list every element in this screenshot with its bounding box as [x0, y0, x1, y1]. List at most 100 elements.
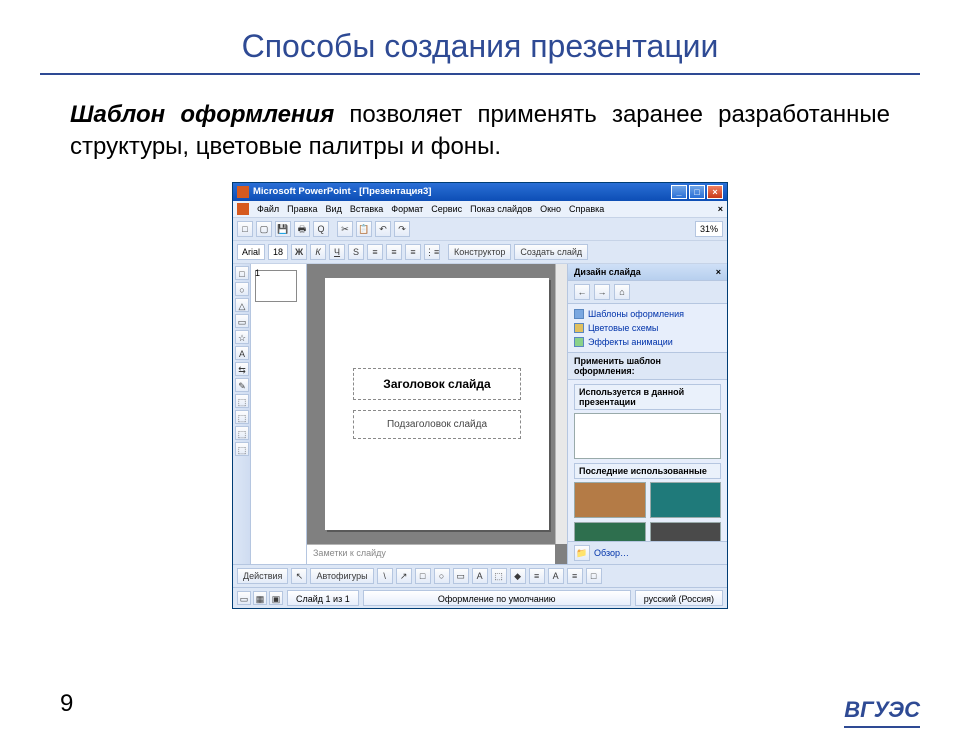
align-left-icon[interactable]: ≡	[367, 244, 383, 260]
rail-icon[interactable]: ⇆	[235, 362, 249, 376]
rail-icon[interactable]: ⬚	[235, 442, 249, 456]
browse-templates-link[interactable]: 📁 Обзор…	[568, 541, 727, 564]
spell-icon[interactable]: Q	[313, 221, 329, 237]
rail-icon[interactable]: ○	[235, 282, 249, 296]
rectangle-icon[interactable]: □	[415, 568, 431, 584]
shadow-button[interactable]: S	[348, 244, 364, 260]
rail-icon[interactable]: ☆	[235, 330, 249, 344]
window-titlebar[interactable]: Microsoft PowerPoint - [Презентация3] _ …	[233, 183, 727, 201]
menu-view[interactable]: Вид	[326, 204, 342, 214]
new-icon[interactable]: □	[237, 221, 253, 237]
task-pane-header[interactable]: Дизайн слайда ×	[568, 264, 727, 281]
clipart-icon[interactable]: ⬚	[491, 568, 507, 584]
body-emphasis: Шаблон оформления	[70, 101, 334, 128]
vertical-scrollbar[interactable]	[555, 264, 567, 544]
bold-button[interactable]: Ж	[291, 244, 307, 260]
design-constructor-button[interactable]: Конструктор	[448, 244, 511, 260]
formatting-toolbar: Arial 18 Ж К Ч S ≡ ≡ ≡ ⋮≡ Конструктор Со…	[233, 241, 727, 264]
rail-icon[interactable]: ▭	[235, 314, 249, 328]
menu-insert[interactable]: Вставка	[350, 204, 383, 214]
autoshapes-menu[interactable]: Автофигуры	[310, 568, 373, 584]
arrow-icon[interactable]: ↗	[396, 568, 412, 584]
normal-view-icon[interactable]: ▭	[237, 591, 251, 605]
font-color-icon[interactable]: A	[548, 568, 564, 584]
save-icon[interactable]: 💾	[275, 221, 291, 237]
rail-icon[interactable]: ✎	[235, 378, 249, 392]
template-thumb[interactable]	[574, 482, 646, 518]
menu-slideshow[interactable]: Показ слайдов	[470, 204, 532, 214]
university-logo: ВГУЭС	[844, 697, 920, 728]
align-right-icon[interactable]: ≡	[405, 244, 421, 260]
oval-icon[interactable]: ○	[434, 568, 450, 584]
title-placeholder[interactable]: Заголовок слайда	[353, 368, 521, 400]
used-in-presentation-label: Используется в данной презентации	[574, 384, 721, 410]
fill-color-icon[interactable]: ◆	[510, 568, 526, 584]
paste-icon[interactable]: 📋	[356, 221, 372, 237]
rail-icon[interactable]: □	[235, 266, 249, 280]
underline-button[interactable]: Ч	[329, 244, 345, 260]
template-thumb[interactable]	[650, 482, 722, 518]
menu-tools[interactable]: Сервис	[431, 204, 462, 214]
bullets-icon[interactable]: ⋮≡	[424, 244, 440, 260]
zoom-combo[interactable]: 31%	[695, 221, 723, 237]
textbox-icon[interactable]: ▭	[453, 568, 469, 584]
minimize-button[interactable]: _	[671, 185, 687, 199]
menu-edit[interactable]: Правка	[287, 204, 317, 214]
rail-icon[interactable]: A	[235, 346, 249, 360]
rail-icon[interactable]: ⬚	[235, 410, 249, 424]
align-center-icon[interactable]: ≡	[386, 244, 402, 260]
line-icon[interactable]: \	[377, 568, 393, 584]
slide-editor[interactable]: Заголовок слайда Подзаголовок слайда Зам…	[307, 264, 567, 564]
line-style-icon[interactable]: ≡	[567, 568, 583, 584]
slideshow-view-icon[interactable]: ▣	[269, 591, 283, 605]
rail-icon[interactable]: ⬚	[235, 426, 249, 440]
font-size-combo[interactable]: 18	[268, 244, 288, 260]
rail-icon[interactable]: ⬚	[235, 394, 249, 408]
link-color-schemes[interactable]: Цветовые схемы	[574, 321, 721, 335]
status-slide-count: Слайд 1 из 1	[287, 590, 359, 606]
slide-thumbnail[interactable]	[255, 270, 297, 302]
menu-format[interactable]: Формат	[391, 204, 423, 214]
select-icon[interactable]: ↖	[291, 568, 307, 584]
template-thumb-current[interactable]	[574, 413, 721, 459]
shadow-style-icon[interactable]: □	[586, 568, 602, 584]
open-icon[interactable]: ▢	[256, 221, 272, 237]
menu-window[interactable]: Окно	[540, 204, 561, 214]
maximize-button[interactable]: □	[689, 185, 705, 199]
tp-home-icon[interactable]: ⌂	[614, 284, 630, 300]
sorter-view-icon[interactable]: ▦	[253, 591, 267, 605]
menu-file[interactable]: Файл	[257, 204, 279, 214]
tp-fwd-icon[interactable]: →	[594, 284, 610, 300]
new-slide-button[interactable]: Создать слайд	[514, 244, 588, 260]
actions-menu[interactable]: Действия	[237, 568, 288, 584]
color-schemes-icon	[574, 323, 584, 333]
mdi-close-button[interactable]: ×	[718, 204, 723, 214]
separator	[332, 221, 334, 237]
link-label: Шаблоны оформления	[588, 309, 684, 319]
link-animation-effects[interactable]: Эффекты анимации	[574, 335, 721, 349]
line-color-icon[interactable]: ≡	[529, 568, 545, 584]
redo-icon[interactable]: ↷	[394, 221, 410, 237]
slide-canvas[interactable]: Заголовок слайда Подзаголовок слайда	[325, 278, 549, 530]
undo-icon[interactable]: ↶	[375, 221, 391, 237]
statusbar: ▭ ▦ ▣ Слайд 1 из 1 Оформление по умолчан…	[233, 587, 727, 608]
menu-help[interactable]: Справка	[569, 204, 604, 214]
template-thumb[interactable]	[650, 522, 722, 541]
link-design-templates[interactable]: Шаблоны оформления	[574, 307, 721, 321]
cut-icon[interactable]: ✂	[337, 221, 353, 237]
document-icon[interactable]	[237, 203, 249, 215]
notes-placeholder[interactable]: Заметки к слайду	[307, 544, 555, 564]
title-underline	[40, 73, 920, 75]
template-thumb[interactable]	[574, 522, 646, 541]
rail-icon[interactable]: △	[235, 298, 249, 312]
subtitle-placeholder[interactable]: Подзаголовок слайда	[353, 410, 521, 439]
slide-thumbs-pane[interactable]: 1	[251, 264, 307, 564]
close-button[interactable]: ×	[707, 185, 723, 199]
task-pane-close-icon[interactable]: ×	[716, 267, 721, 277]
font-name-combo[interactable]: Arial	[237, 244, 265, 260]
wordart-icon[interactable]: A	[472, 568, 488, 584]
thumb-number: 1	[255, 268, 260, 278]
print-icon[interactable]: 🖶	[294, 221, 310, 237]
italic-button[interactable]: К	[310, 244, 326, 260]
tp-back-icon[interactable]: ←	[574, 284, 590, 300]
